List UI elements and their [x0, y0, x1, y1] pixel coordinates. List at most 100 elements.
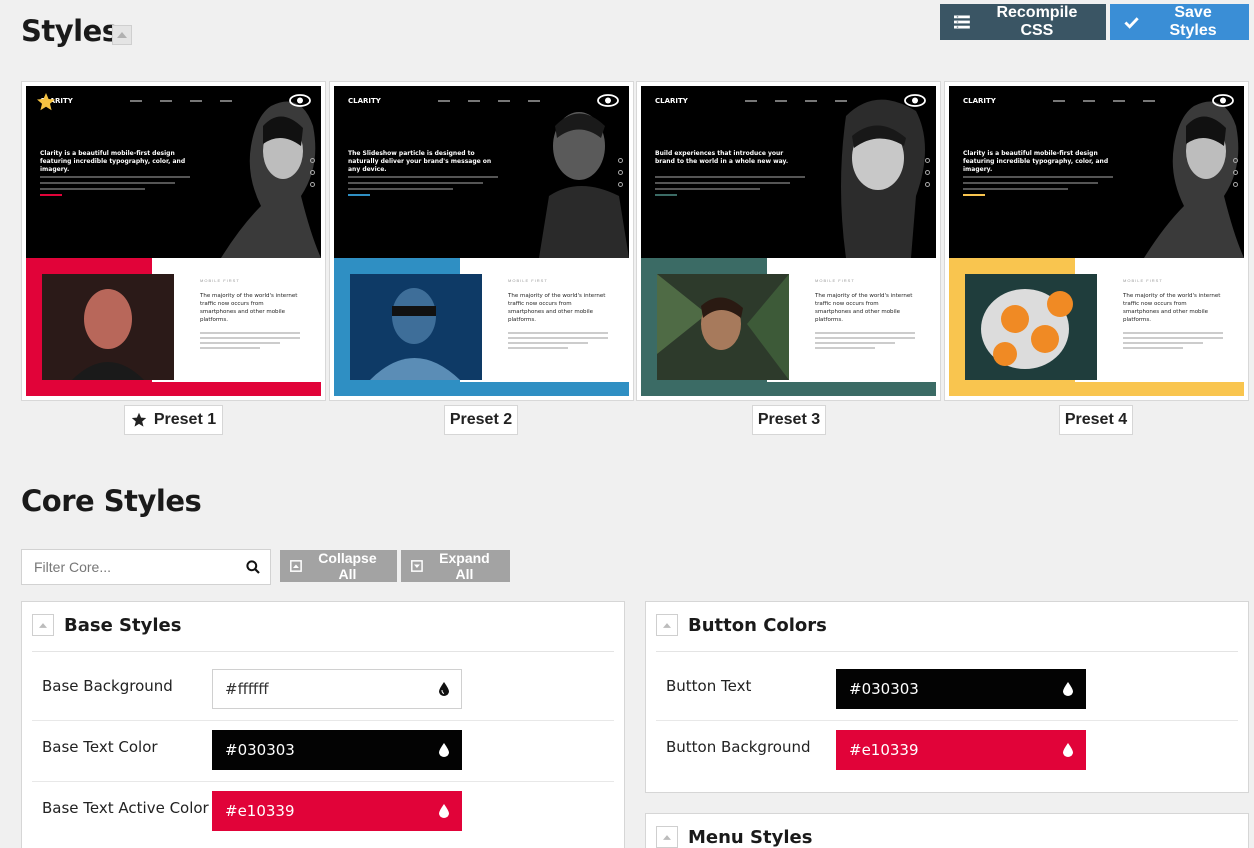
expand-all-button[interactable]: Expand All [401, 550, 510, 582]
preset-label-text: Preset 1 [153, 411, 217, 428]
color-drop-icon[interactable] [439, 743, 449, 757]
feature-kicker: MOBILE FIRST [1123, 278, 1163, 283]
preset-thumbnail-2[interactable]: CLARITY The Slideshow particle is design… [329, 81, 634, 401]
preset-label-text: Preset 2 [449, 411, 513, 428]
preset-label-text: Preset 3 [757, 411, 821, 428]
preset-hero: CLARITY Build experiences that introduce… [641, 86, 936, 258]
chevron-up-icon [117, 32, 127, 38]
base-text-active-color-row: Base Text Active Color #e10339 [32, 783, 614, 843]
recompile-css-button[interactable]: Recompile CSS [940, 4, 1106, 40]
preset-hero: CLARITY Clarity is a beautiful mobile-fi… [949, 86, 1244, 258]
base-text-active-color-field[interactable]: #e10339 [212, 791, 462, 831]
base-styles-title: Base Styles [64, 615, 182, 636]
chevron-up-icon [663, 834, 671, 840]
feature-photo [42, 274, 174, 380]
button-background-label: Button Background [666, 738, 811, 756]
color-drop-icon[interactable] [1063, 682, 1073, 696]
base-text-active-color-value: #e10339 [225, 802, 295, 820]
preset-thumbnail-3[interactable]: CLARITY Build experiences that introduce… [636, 81, 941, 401]
preset-logo: CLARITY [655, 96, 688, 105]
star-icon [131, 412, 147, 427]
star-icon [37, 93, 55, 111]
feature-kicker: MOBILE FIRST [815, 278, 855, 283]
preset-logo: CLARITY [348, 96, 381, 105]
chevron-up-icon [663, 622, 671, 628]
list-icon [954, 15, 970, 29]
eye-icon[interactable] [904, 94, 926, 107]
menu-styles-panel: Menu Styles [645, 813, 1249, 848]
eye-icon[interactable] [289, 94, 311, 107]
preset-hero: CLARITY Clarity is a beautiful mobile-fi… [26, 86, 321, 258]
styles-collapse-toggle[interactable] [112, 25, 132, 45]
preset-label-2[interactable]: Preset 2 [444, 405, 518, 435]
portrait-image [539, 112, 629, 258]
preset-logo: CLARITY [963, 96, 996, 105]
recompile-css-label: Recompile CSS [996, 4, 1078, 39]
feature-heading: The majority of the world's internet tra… [200, 293, 298, 323]
button-colors-panel: Button Colors Button Text #030303 Button… [645, 601, 1249, 793]
base-styles-panel: Base Styles Base Background #ffffff Base… [21, 601, 625, 848]
preset-hero-heading: Clarity is a beautiful mobile-first desi… [40, 150, 186, 173]
base-styles-toggle[interactable] [32, 614, 54, 636]
feature-heading: The majority of the world's internet tra… [815, 293, 913, 323]
preset-label-3[interactable]: Preset 3 [752, 405, 826, 435]
color-drop-icon[interactable] [439, 682, 449, 696]
button-text-color-field[interactable]: #030303 [836, 669, 1086, 709]
base-text-color-value: #030303 [225, 741, 295, 759]
button-background-color-field[interactable]: #e10339 [836, 730, 1086, 770]
collapse-square-icon [290, 560, 302, 572]
filter-core-field[interactable] [21, 549, 271, 585]
expand-square-icon [411, 560, 423, 572]
feature-kicker: MOBILE FIRST [508, 278, 548, 283]
eye-icon[interactable] [1212, 94, 1234, 107]
collapse-all-button[interactable]: Collapse All [280, 550, 397, 582]
button-colors-title: Button Colors [688, 615, 827, 636]
save-styles-button[interactable]: Save Styles [1110, 4, 1249, 40]
color-drop-icon[interactable] [439, 804, 449, 818]
preset-hero: CLARITY The Slideshow particle is design… [334, 86, 629, 258]
preset-thumbnail-1[interactable]: CLARITY Clarity is a beautiful mobile-fi… [21, 81, 326, 401]
button-text-label: Button Text [666, 677, 752, 695]
base-background-color-field[interactable]: #ffffff [212, 669, 462, 709]
eye-icon[interactable] [597, 94, 619, 107]
preset-hero-heading: The Slideshow particle is designed to na… [348, 150, 492, 173]
feature-photo [657, 274, 789, 380]
filter-core-input[interactable] [34, 559, 246, 575]
button-text-row: Button Text #030303 [656, 661, 1238, 721]
search-icon[interactable] [246, 560, 260, 574]
preset-thumbnail-4[interactable]: CLARITY Clarity is a beautiful mobile-fi… [944, 81, 1249, 401]
portrait-image [841, 99, 925, 258]
feature-kicker: MOBILE FIRST [200, 278, 240, 283]
feature-heading: The majority of the world's internet tra… [1123, 293, 1221, 323]
base-text-color-row: Base Text Color #030303 [32, 722, 614, 782]
chevron-up-icon [39, 622, 47, 628]
expand-all-label: Expand All [439, 550, 490, 582]
save-styles-label: Save Styles [1169, 4, 1217, 39]
feature-photo [965, 274, 1097, 380]
button-background-row: Button Background #e10339 [656, 722, 1238, 782]
button-background-value: #e10339 [849, 741, 919, 759]
button-text-value: #030303 [849, 680, 919, 698]
preset-label-1[interactable]: Preset 1 [124, 405, 223, 435]
base-background-row: Base Background #ffffff [32, 661, 614, 721]
check-icon [1124, 16, 1139, 29]
feature-heading: The majority of the world's internet tra… [508, 293, 606, 323]
portrait-image [221, 101, 321, 258]
feature-photo [350, 274, 482, 380]
core-styles-title: Core Styles [21, 484, 202, 518]
base-text-color-field[interactable]: #030303 [212, 730, 462, 770]
base-text-color-label: Base Text Color [42, 738, 158, 756]
preset-hero-heading: Clarity is a beautiful mobile-first desi… [963, 150, 1109, 173]
menu-styles-toggle[interactable] [656, 826, 678, 848]
preset-hero-heading: Build experiences that introduce your br… [655, 150, 789, 165]
button-colors-toggle[interactable] [656, 614, 678, 636]
preset-label-4[interactable]: Preset 4 [1059, 405, 1133, 435]
base-background-value: #ffffff [225, 680, 269, 698]
menu-styles-title: Menu Styles [688, 827, 813, 848]
base-background-label: Base Background [42, 677, 173, 695]
color-drop-icon[interactable] [1063, 743, 1073, 757]
base-text-active-color-label: Base Text Active Color [42, 799, 209, 817]
preset-label-text: Preset 4 [1064, 411, 1128, 428]
portrait-image [1144, 101, 1244, 258]
collapse-all-label: Collapse All [318, 550, 377, 582]
